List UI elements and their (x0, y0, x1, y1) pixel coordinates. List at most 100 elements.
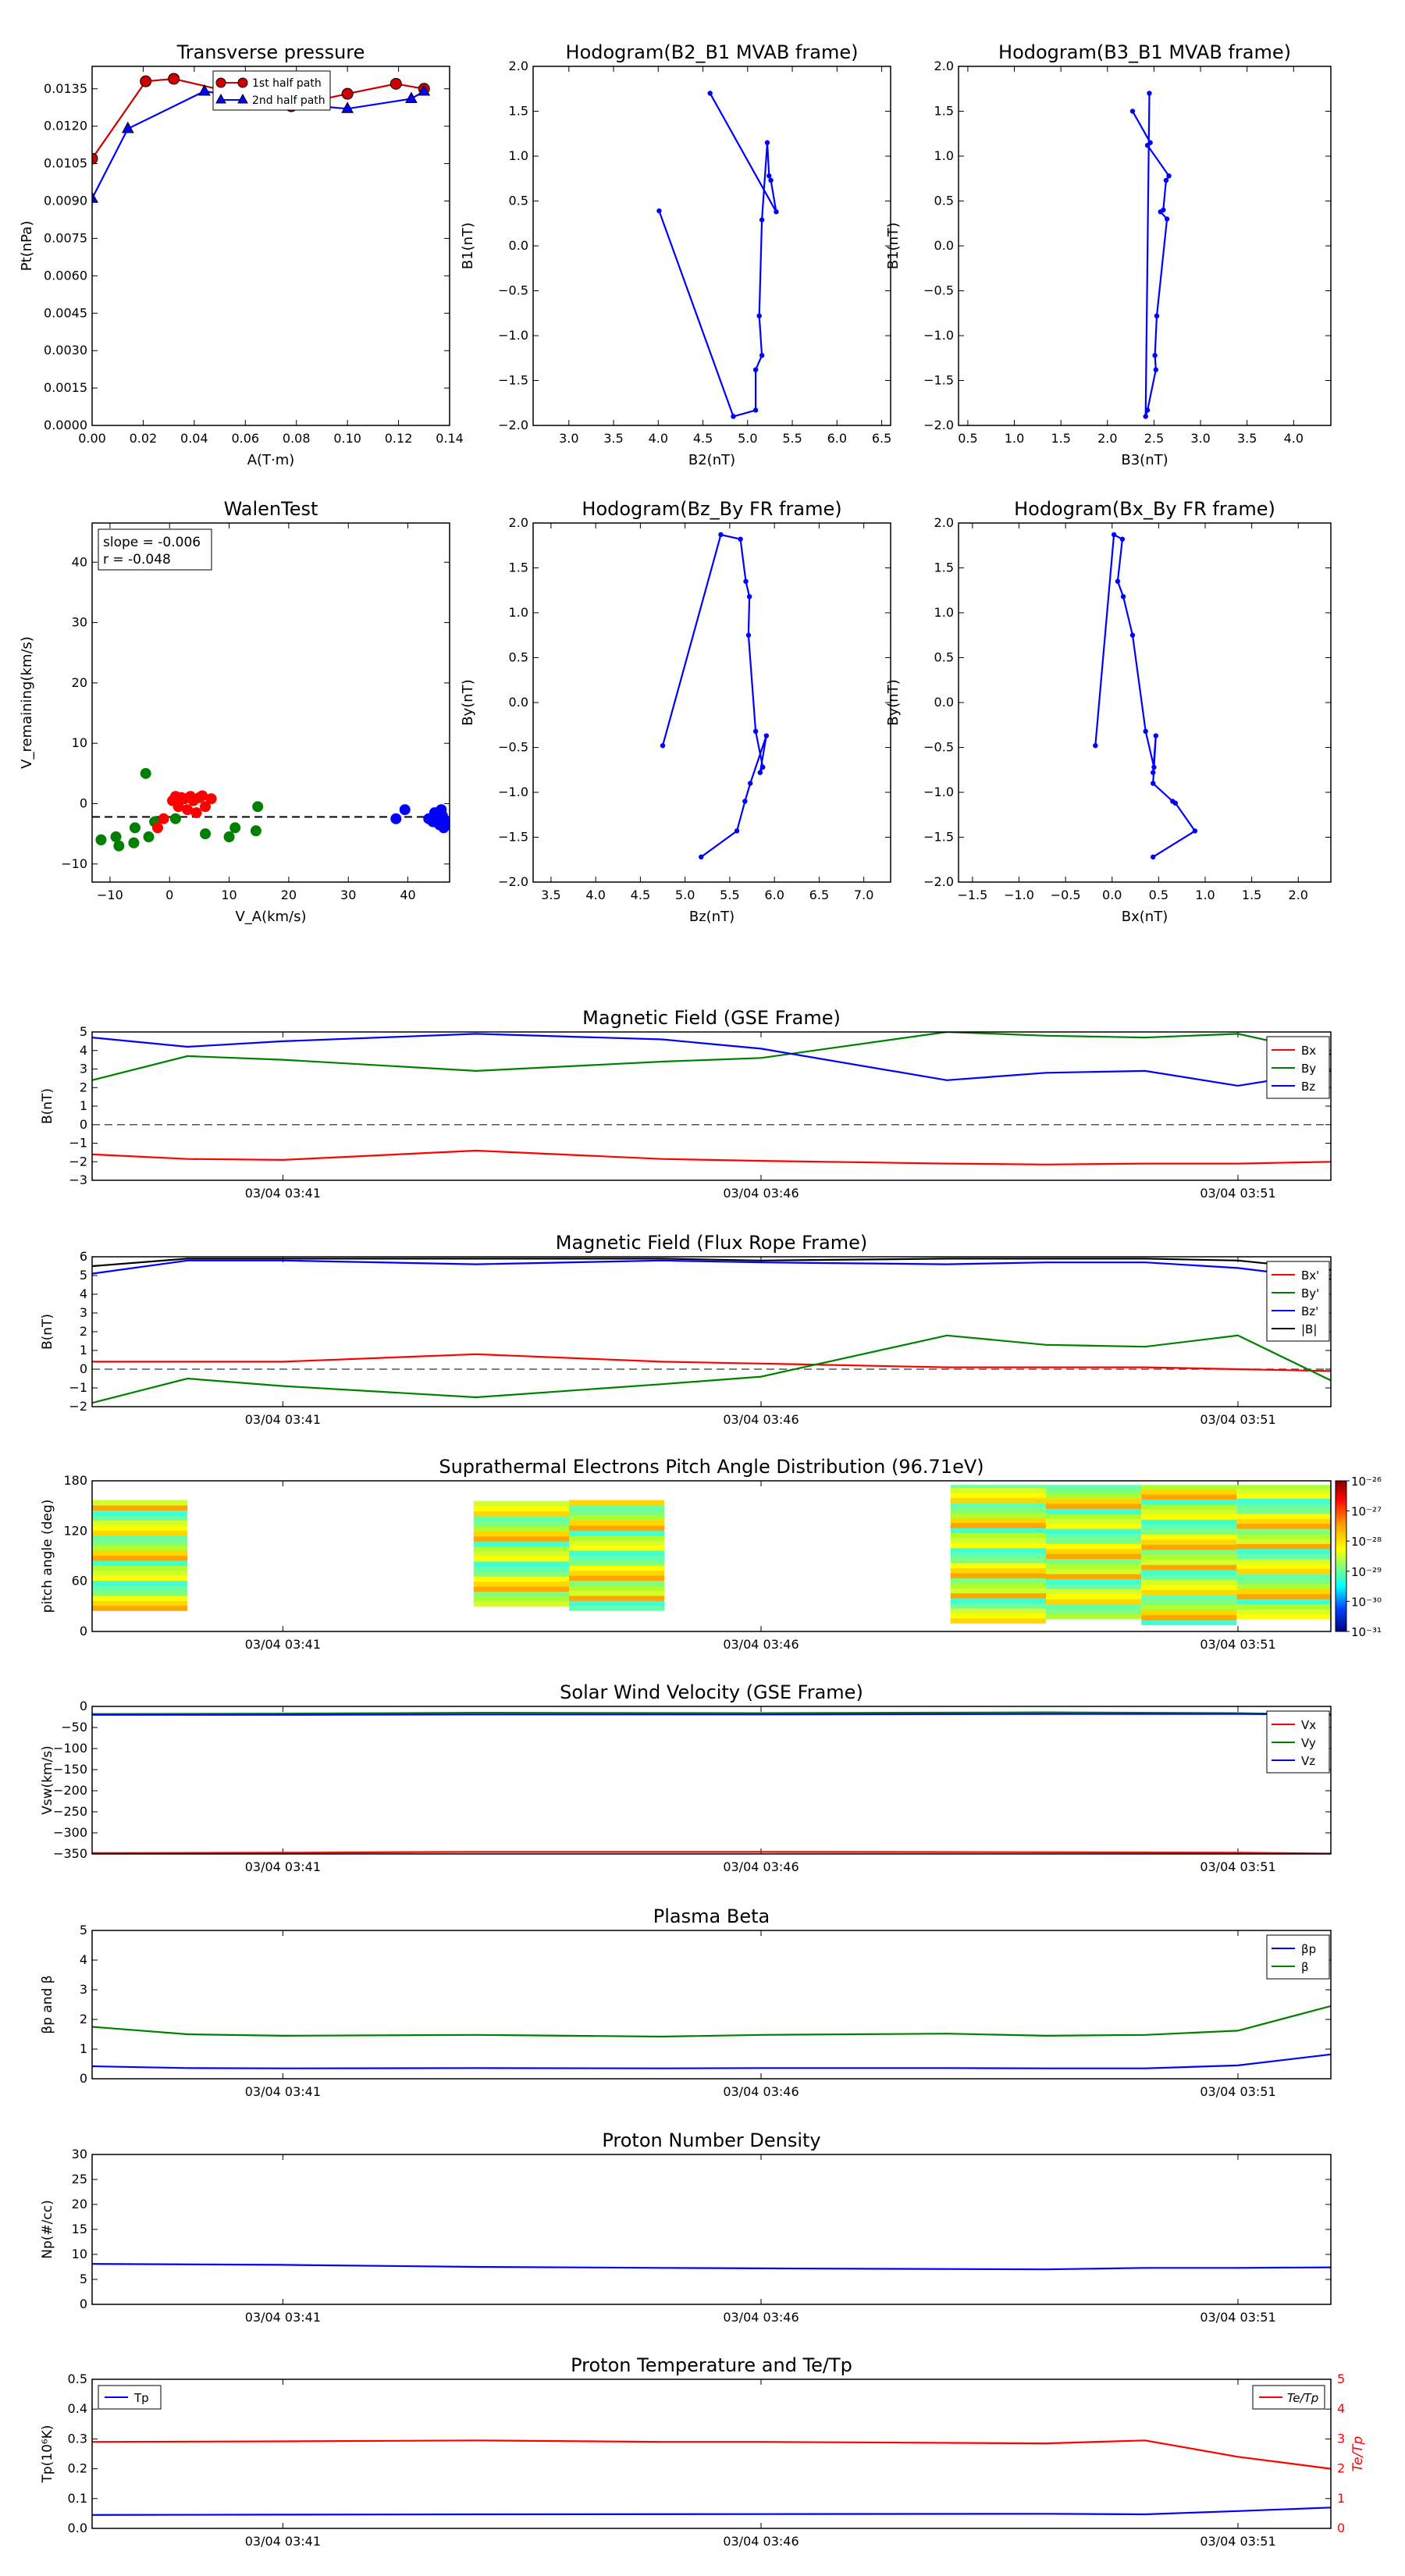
heatmap-cell (1236, 1603, 1331, 1610)
y-tick-label: −0.5 (923, 740, 954, 755)
x-axis-label: V_A(km/s) (235, 909, 306, 925)
data-point (389, 77, 402, 90)
y-tick-label: 0 (80, 795, 87, 810)
y-tick-label: 5 (80, 1923, 87, 1937)
heatmap-cell (1045, 1614, 1142, 1620)
h4-frame (958, 522, 1332, 883)
heatmap-cell (1045, 1488, 1142, 1494)
h4-title: Hodogram(Bx_By FR frame) (1014, 498, 1275, 520)
data-point (1143, 728, 1148, 734)
data-point (168, 73, 180, 85)
data-point (1119, 536, 1126, 542)
y-tick-label: −1.5 (498, 373, 528, 388)
x-tick-label: 03/04 03:46 (723, 1186, 799, 1201)
data-point (113, 840, 125, 852)
heatmap-cell (568, 1585, 665, 1591)
data-point (1151, 770, 1156, 775)
data-point (731, 414, 736, 419)
y-tick-label: 0 (80, 1624, 87, 1638)
y-tick-label: 120 (63, 1523, 87, 1538)
h3-panel: 3.5 4.0 4.5 5.0 5.5 6.0 6.5 7.0 −2.0 −1.5 −1.0 −0.5… (460, 515, 891, 925)
heatmap-cell (92, 1530, 188, 1536)
legend-label: β (1301, 1960, 1309, 1974)
data-point (1172, 800, 1179, 806)
y-tick-label: −1.5 (923, 830, 954, 845)
tp-plot-area (92, 2439, 1331, 2516)
h4-panel: −1.5 −1.0 −0.5 0.0 0.5 1.0 1.5 2.0−2.0−1.5−1.0−… (885, 515, 1331, 925)
data-point (1151, 764, 1157, 770)
data-point (1154, 313, 1160, 318)
heatmap-cell (568, 1590, 665, 1596)
y-tick-label: 2.0 (509, 59, 528, 73)
heatmap-cell (1141, 1544, 1237, 1550)
right-tick-label: 0 (1337, 2521, 1345, 2535)
legend: Bx' By' Bz' |B| (1266, 1261, 1330, 1342)
x-axis-label: B3(nT) (1121, 452, 1168, 468)
heatmap-cell (92, 1565, 188, 1571)
y-tick-label: 30 (72, 2147, 87, 2161)
heatmap-cell (1045, 1528, 1142, 1535)
y-tick-label: 0.0000 (44, 418, 87, 432)
heatmap-cell (1045, 1583, 1142, 1589)
heatmap-cell (568, 1505, 665, 1511)
x-axis-label: B2(nT) (688, 452, 735, 468)
heatmap-cell (1141, 1494, 1237, 1500)
y-tick-label: 2.0 (934, 59, 954, 73)
heatmap-cell (1236, 1564, 1331, 1570)
heatmap-cell (473, 1581, 569, 1587)
data-point (1144, 407, 1151, 413)
data-point (190, 807, 202, 819)
y-tick-label: 5 (80, 2272, 87, 2286)
heatmap-cell (568, 1514, 665, 1521)
heatmap-cell (1045, 1493, 1142, 1500)
y-tick-label: 0.0135 (44, 81, 87, 96)
y-axis-label: By(nT) (885, 679, 902, 725)
right-tick-label: 5 (1337, 2371, 1345, 2386)
beta-title: Plasma Beta (653, 1905, 770, 1927)
y-tick-label: −1.5 (498, 830, 528, 845)
bgse-title: Magnetic Field (GSE Frame) (582, 1007, 841, 1029)
y-tick-label: 40 (72, 554, 87, 569)
legend-right: Te/Tp (1252, 2385, 1325, 2410)
colorbar-label: 10⁻³⁰ (1351, 1595, 1382, 1609)
legend-label: Te/Tp (1287, 2391, 1318, 2405)
heatmap-cell (1045, 1508, 1142, 1514)
np-title: Proton Number Density (602, 2129, 820, 2151)
x-tick-label: 3.5 (541, 888, 560, 902)
heatmap-cell (950, 1502, 1046, 1508)
heatmap-cell (1141, 1614, 1237, 1621)
y-tick-label: −50 (61, 1720, 87, 1735)
figure: 0.00 0.02 0.04 0.06 0.08 0.10 0.12 0.140.00000.… (19, 41, 1382, 2549)
y-tick-label: −0.5 (498, 283, 528, 298)
heatmap-cell (473, 1506, 569, 1512)
y-tick-label: −1 (69, 1136, 87, 1151)
heatmap-cell (1141, 1559, 1237, 1565)
data-point (1163, 177, 1169, 183)
data-point (718, 532, 724, 538)
heatmap-cell (568, 1550, 665, 1556)
h1-plot-area (656, 91, 779, 419)
heatmap-cell (1141, 1604, 1237, 1610)
heatmap-cell (1236, 1533, 1331, 1539)
heatmap-cell (1045, 1548, 1142, 1554)
heatmap-cell (1045, 1609, 1142, 1614)
colorbar-label: 10⁻²⁶ (1351, 1475, 1382, 1489)
y-tick-label: −200 (53, 1783, 87, 1798)
y-axis-label: B(nT) (40, 1088, 55, 1124)
x-tick-label: 3.5 (1237, 431, 1257, 446)
heatmap-cell (1045, 1558, 1142, 1564)
series-line (92, 1353, 1331, 1372)
x-tick-label: 2.5 (1144, 431, 1164, 446)
data-point (128, 837, 140, 849)
heatmap-cell (1141, 1574, 1237, 1581)
heatmap-cell (473, 1500, 569, 1507)
data-point (743, 578, 749, 584)
legend-label: Bx' (1301, 1268, 1319, 1283)
pad-plot-area (92, 1485, 1331, 1625)
y-tick-label: −1.0 (498, 785, 528, 799)
x-tick-label: 1.5 (1242, 888, 1261, 902)
heatmap-cell (1141, 1599, 1237, 1606)
heatmap-cell (92, 1560, 188, 1566)
y-tick-label: −2 (69, 1399, 87, 1414)
heatmap-cell (473, 1535, 569, 1542)
